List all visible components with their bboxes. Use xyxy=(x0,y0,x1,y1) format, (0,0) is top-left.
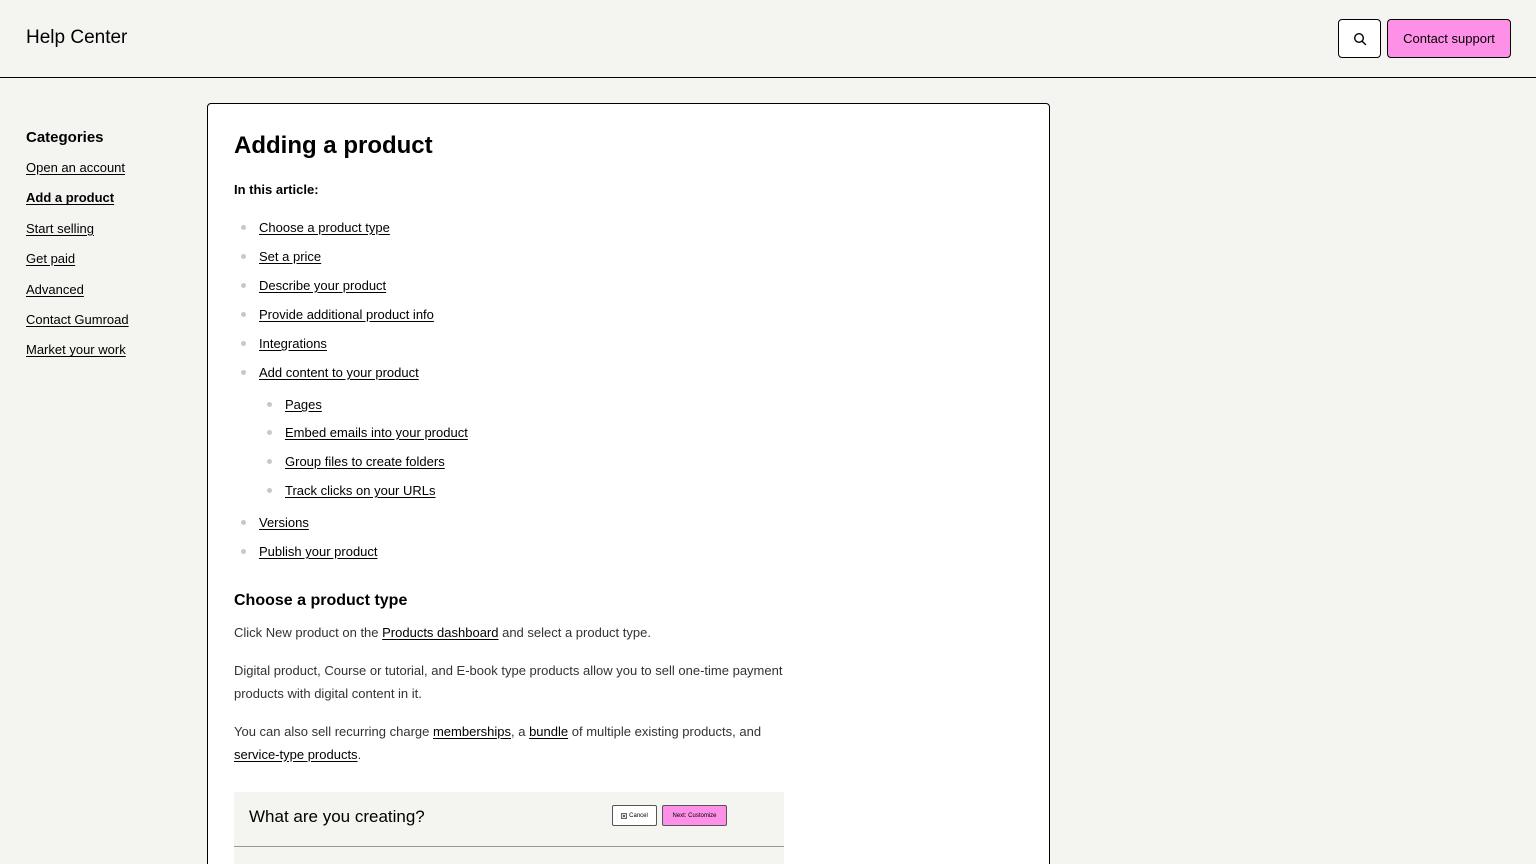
article-title: Adding a product xyxy=(234,132,433,159)
sidebar-item-market-your-work[interactable]: Market your work xyxy=(26,341,196,358)
search-button[interactable] xyxy=(1338,19,1381,58)
sidebar-heading: Categories xyxy=(26,129,104,146)
paragraph: Click New product on the Products dashbo… xyxy=(234,622,786,645)
sidebar-item-advanced[interactable]: Advanced xyxy=(26,281,196,298)
paragraph-text: of multiple existing products, and xyxy=(568,724,762,739)
bullet-icon xyxy=(241,283,246,288)
paragraph-text: You can also sell recurring charge xyxy=(234,724,433,739)
bullet-icon xyxy=(241,225,246,230)
sidebar-item-get-paid[interactable]: Get paid xyxy=(26,250,196,267)
article-card: Adding a product In this article: Choose… xyxy=(207,103,1050,864)
bullet-icon xyxy=(267,402,272,407)
section-heading: Choose a product type xyxy=(234,592,408,609)
divider xyxy=(234,846,784,847)
toc-link-group-files[interactable]: Group files to create folders xyxy=(285,453,445,470)
toc-label: In this article: xyxy=(234,182,319,197)
preview-next-button: Next: Customize xyxy=(662,805,727,826)
toc-link-choose-a-product-type[interactable]: Choose a product type xyxy=(259,219,390,236)
toc-link-set-a-price[interactable]: Set a price xyxy=(259,248,321,265)
preview-title: What are you creating? xyxy=(249,807,425,826)
preview-cancel-button: Cancel xyxy=(612,805,657,826)
paragraph-text: . xyxy=(357,746,362,762)
sidebar-item-open-an-account[interactable]: Open an account xyxy=(26,159,196,176)
bullet-icon xyxy=(241,341,246,346)
paragraph-text: , a xyxy=(511,724,530,739)
bullet-icon xyxy=(241,549,246,554)
bullet-icon xyxy=(267,488,272,493)
close-icon xyxy=(621,812,627,819)
bundle-link[interactable]: bundle xyxy=(529,724,568,739)
paragraph: You can also sell recurring charge membe… xyxy=(234,721,786,766)
paragraph: Digital product, Course or tutorial, and… xyxy=(234,663,783,701)
sidebar-item-start-selling[interactable]: Start selling xyxy=(26,220,196,237)
bullet-icon xyxy=(267,459,272,464)
header: Help Center Contact support xyxy=(0,0,1536,78)
bullet-icon xyxy=(241,254,246,259)
toc-link-publish-your-product[interactable]: Publish your product xyxy=(259,543,378,560)
bullet-icon xyxy=(241,312,246,317)
toc-link-track-clicks[interactable]: Track clicks on your URLs xyxy=(285,482,436,499)
sidebar: Categories Open an account Add a product… xyxy=(26,128,196,372)
bullet-icon xyxy=(267,430,272,435)
toc-link-add-content-to-your-product[interactable]: Add content to your product xyxy=(259,364,419,381)
memberships-link[interactable]: memberships xyxy=(433,724,511,739)
search-icon xyxy=(1353,32,1366,45)
paragraph-text: Click New product on the xyxy=(234,625,383,640)
toc-link-pages[interactable]: Pages xyxy=(285,396,322,413)
site-title[interactable]: Help Center xyxy=(26,26,127,50)
toc-link-describe-your-product[interactable]: Describe your product xyxy=(259,277,386,294)
toc-link-versions[interactable]: Versions xyxy=(259,514,309,531)
contact-support-button[interactable]: Contact support xyxy=(1387,19,1511,58)
toc-link-provide-additional-product-info[interactable]: Provide additional product info xyxy=(259,306,434,323)
sidebar-item-contact-gumroad[interactable]: Contact Gumroad xyxy=(26,311,196,328)
product-type-screenshot: What are you creating? Cancel Next: Cust… xyxy=(234,792,784,864)
preview-cancel-label: Cancel xyxy=(629,812,648,819)
bullet-icon xyxy=(241,370,246,375)
products-dashboard-link[interactable]: Products dashboard xyxy=(382,625,498,640)
service-type-products-link[interactable]: service-type products xyxy=(234,747,358,762)
sidebar-item-add-a-product[interactable]: Add a product xyxy=(26,189,196,206)
paragraph-text: and select a product type. xyxy=(498,625,651,640)
toc-link-integrations[interactable]: Integrations xyxy=(259,335,327,352)
bullet-icon xyxy=(241,520,246,525)
toc-link-embed-emails[interactable]: Embed emails into your product xyxy=(285,424,468,441)
